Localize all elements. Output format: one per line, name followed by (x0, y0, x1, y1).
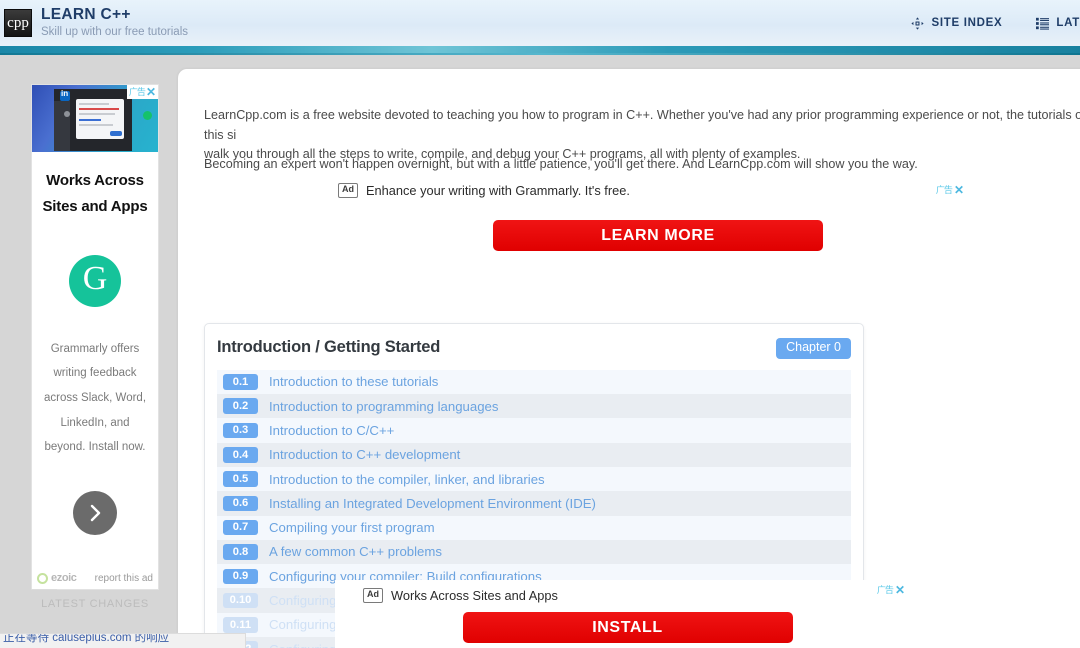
nav-item-latest-changes[interactable]: LAT (1036, 17, 1080, 30)
lesson-number-badge: 0.8 (223, 544, 258, 560)
lesson-number-badge: 0.3 (223, 422, 258, 439)
sidebar-ad[interactable]: 广告 ✕ Works Across Sites and Apps G Gramm… (31, 84, 159, 590)
site-title: LEARN C++ (41, 6, 131, 24)
top-ad-headline-row: Ad Enhance your writing with Grammarly. … (338, 183, 978, 198)
ad-tag-badge: Ad (338, 183, 358, 198)
close-icon[interactable]: ✕ (895, 584, 905, 596)
close-icon[interactable]: ✕ (954, 184, 964, 196)
lesson-row[interactable]: 0.5 Introduction to the compiler, linker,… (217, 466, 851, 492)
intro-paragraph-2: Becoming an expert won't happen overnigh… (204, 157, 918, 171)
lesson-number-badge: 0.1 (223, 374, 258, 390)
nav-item-latest-changes-label: LAT (1056, 17, 1080, 29)
learn-more-button[interactable]: LEARN MORE (493, 220, 823, 251)
ad-mock-line (79, 108, 119, 110)
linkedin-icon (60, 89, 70, 101)
bottom-ad-headline-row: Ad Works Across Sites and Apps (335, 580, 920, 603)
top-ad-controls[interactable]: 广告 ✕ (936, 184, 964, 196)
lesson-row[interactable]: 0.4 Introduction to C++ development (217, 442, 851, 467)
top-ad-block[interactable]: Ad Enhance your writing with Grammarly. … (338, 183, 978, 268)
install-button[interactable]: INSTALL (462, 612, 793, 643)
sidebar-ad-footer: ezoic report this ad (32, 567, 158, 589)
ad-mock-status-dot (143, 111, 152, 120)
bottom-ad-controls[interactable]: 广告 ✕ (877, 584, 905, 596)
sidebar-ad-headline: Works Across Sites and Apps (42, 172, 148, 215)
browser-status-bar: 正在等待 caluseplus.com 的响应 (0, 633, 246, 648)
lesson-link[interactable]: Installing an Integrated Development Env… (269, 496, 596, 511)
ad-mock-line (79, 119, 101, 121)
lesson-number-badge: 0.6 (223, 495, 258, 512)
site-logo-text: cpp (7, 14, 29, 31)
lesson-link[interactable]: Introduction to C/C++ (269, 423, 394, 438)
page-root: cpp LEARN C++ Skill up with our free tut… (0, 0, 1080, 648)
latest-changes-heading: LATEST CHANGES (41, 598, 149, 610)
bottom-ad-block[interactable]: Ad Works Across Sites and Apps INSTALL 广… (335, 580, 920, 648)
brand[interactable]: cpp LEARN C++ Skill up with our free tut… (0, 6, 188, 40)
sidebar-ad-body: Works Across Sites and Apps G Grammarly … (32, 152, 158, 536)
lesson-number-badge: 0.9 (223, 568, 258, 585)
chapter-badge: Chapter 0 (776, 338, 851, 359)
close-icon[interactable]: ✕ (146, 86, 156, 98)
ezoic-logo[interactable]: ezoic (37, 572, 77, 584)
browser-status-text: 正在等待 caluseplus.com 的响应 (3, 633, 170, 644)
ezoic-label: ezoic (51, 572, 77, 584)
ad-mock-sidebar (54, 101, 70, 151)
header-accent-rule (0, 46, 1080, 55)
compass-move-icon (911, 16, 925, 30)
lesson-number-badge: 0.10 (223, 592, 258, 609)
brand-text: LEARN C++ Skill up with our free tutoria… (41, 6, 188, 40)
site-header: cpp LEARN C++ Skill up with our free tut… (0, 0, 1080, 46)
sidebar-ad-image[interactable]: 广告 ✕ (32, 85, 158, 152)
lesson-row[interactable]: 0.3 Introduction to C/C++ (217, 418, 851, 443)
content-panel: LearnCpp.com is a free website devoted t… (178, 69, 1080, 648)
site-logo[interactable]: cpp (4, 9, 32, 37)
intro-paragraph-1-line1: LearnCpp.com is a free website devoted t… (204, 108, 1080, 142)
sidebar-ad-copy: Grammarly offers writing feedback across… (43, 342, 147, 454)
lesson-link[interactable]: Compiling your first program (269, 520, 435, 535)
lesson-link[interactable]: Introduction to programming languages (269, 399, 498, 414)
lesson-row[interactable]: 0.1 Introduction to these tutorials (217, 369, 851, 395)
ad-mock-line (79, 103, 109, 105)
top-ad-headline[interactable]: Enhance your writing with Grammarly. It'… (366, 183, 630, 198)
lesson-link[interactable]: Introduction to the compiler, linker, an… (269, 472, 545, 487)
lesson-row[interactable]: 0.8 A few common C++ problems (217, 539, 851, 565)
grammarly-logo-icon: G (69, 254, 121, 307)
header-nav: SITE INDEX LAT (911, 16, 1080, 30)
ad-mock-button (110, 131, 122, 136)
lesson-number-badge: 0.5 (223, 471, 258, 487)
lesson-link[interactable]: A few common C++ problems (269, 544, 442, 559)
lesson-number-badge: 0.7 (223, 519, 258, 536)
ad-tag-badge: Ad (363, 588, 383, 603)
nav-item-site-index[interactable]: SITE INDEX (911, 16, 1003, 30)
ezoic-mark-icon (37, 572, 48, 584)
grammarly-logo-letter: G (82, 260, 108, 298)
chapter-header: Introduction / Getting Started Chapter 0 (217, 338, 851, 359)
lesson-row[interactable]: 0.7 Compiling your first program (217, 515, 851, 540)
lesson-link[interactable]: Introduction to C++ development (269, 447, 460, 462)
ad-mock-line (79, 124, 113, 126)
lesson-number-badge: 0.11 (223, 617, 258, 633)
report-ad-link[interactable]: report this ad (95, 573, 153, 584)
adchoices-icon[interactable]: 广告 (129, 87, 146, 97)
sidebar-ad-controls[interactable]: 广告 ✕ (126, 85, 158, 99)
chevron-right-icon[interactable] (73, 491, 117, 536)
nav-item-site-index-label: SITE INDEX (931, 17, 1003, 29)
lesson-number-badge: 0.4 (223, 447, 258, 463)
lesson-link[interactable]: Introduction to these tutorials (269, 374, 438, 389)
chapter-title: Introduction / Getting Started (217, 338, 441, 356)
lesson-row[interactable]: 0.2 Introduction to programming languages (217, 394, 851, 419)
lesson-row[interactable]: 0.6 Installing an Integrated Development … (217, 491, 851, 516)
divider (31, 589, 57, 590)
ad-mock-avatar (64, 111, 70, 117)
lesson-number-badge: 0.2 (223, 398, 258, 414)
list-lines-icon (1036, 17, 1050, 30)
adchoices-icon[interactable]: 广告 (877, 585, 894, 595)
bottom-ad-headline[interactable]: Works Across Sites and Apps (391, 588, 558, 603)
site-tagline: Skill up with our free tutorials (41, 25, 189, 38)
ad-mock-line (79, 113, 115, 115)
adchoices-icon[interactable]: 广告 (936, 185, 953, 195)
